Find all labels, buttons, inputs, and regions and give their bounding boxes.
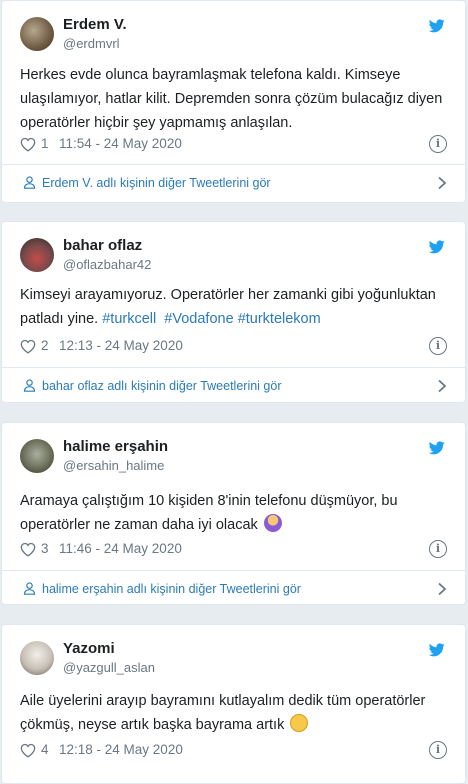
info-icon[interactable]: i [429, 741, 447, 759]
tweet-meta: 4 12:18 - 24 May 2020 i [20, 741, 447, 761]
tweet-text: Kimseyi arayamıyoruz. Operatörler her za… [20, 283, 449, 331]
avatar[interactable] [20, 641, 54, 675]
tweet-text-main: Aramaya çalıştığım 10 kişiden 8'inin tel… [20, 493, 398, 533]
twitter-bird-icon[interactable] [429, 19, 445, 33]
author-name[interactable]: bahar oflaz [63, 237, 142, 254]
more-tweets-link[interactable]: bahar oflaz adlı kişinin diğer Tweetleri… [20, 368, 447, 404]
tweet-header: halime erşahin @ersahin_halime [2, 423, 465, 473]
like-count: 3 [41, 541, 49, 556]
hashtag-link[interactable]: #turktelekom [238, 311, 321, 327]
tweet-header: bahar oflaz @oflazbahar42 [2, 222, 465, 272]
tweet-card: bahar oflaz @oflazbahar42 Kimseyi arayam… [1, 221, 466, 403]
hashtag-link[interactable]: #Vodafone [164, 311, 233, 327]
tweet-text: Herkes evde olunca bayramlaşmak telefona… [20, 67, 443, 131]
tweet-card: Yazomi @yazgull_aslan Aile üyelerini ara… [1, 624, 466, 784]
person-icon [23, 379, 36, 392]
tweet-card: halime erşahin @ersahin_halime Aramaya ç… [1, 422, 466, 605]
timestamp[interactable]: 11:54 - 24 May 2020 [59, 136, 182, 151]
person-icon [23, 176, 36, 189]
twitter-bird-icon[interactable] [429, 643, 445, 657]
more-tweets-label: bahar oflaz adlı kişinin diğer Tweetleri… [42, 379, 282, 393]
avatar[interactable] [20, 439, 54, 473]
more-tweets-link[interactable]: halime erşahin adlı kişinin diğer Tweetl… [20, 571, 447, 607]
tweet-card: Erdem V. @erdmvrl Herkes evde olunca bay… [1, 0, 466, 203]
author-handle[interactable]: @erdmvrl [63, 36, 120, 51]
tweet-meta: 1 11:54 - 24 May 2020 i [20, 135, 447, 155]
tweet-header: Yazomi @yazgull_aslan [2, 625, 465, 675]
twitter-bird-icon[interactable] [429, 240, 445, 254]
info-icon[interactable]: i [429, 337, 447, 355]
heart-icon[interactable] [20, 542, 36, 557]
more-tweets-label: Erdem V. adlı kişinin diğer Tweetlerini … [42, 176, 271, 190]
avatar[interactable] [20, 238, 54, 272]
like-count: 4 [41, 742, 49, 757]
woman-facepalming-icon [263, 514, 282, 532]
heart-icon[interactable] [20, 339, 36, 354]
author-handle[interactable]: @yazgull_aslan [63, 660, 155, 675]
author-name[interactable]: Erdem V. [63, 16, 127, 33]
timestamp[interactable]: 12:13 - 24 May 2020 [59, 338, 183, 353]
hashtag-link[interactable]: #turkcell [102, 311, 156, 327]
tweet-meta: 3 11:46 - 24 May 2020 i [20, 540, 447, 560]
author-handle[interactable]: @ersahin_halime [63, 458, 164, 473]
info-icon[interactable]: i [429, 540, 447, 558]
more-tweets-label: halime erşahin adlı kişinin diğer Tweetl… [42, 582, 301, 596]
tweet-text: Aramaya çalıştığım 10 kişiden 8'inin tel… [20, 489, 449, 537]
author-name[interactable]: Yazomi [63, 640, 115, 657]
heart-icon[interactable] [20, 137, 36, 152]
chevron-right-icon [438, 582, 447, 596]
info-icon[interactable]: i [429, 135, 447, 153]
tweet-meta: 2 12:13 - 24 May 2020 i [20, 337, 447, 357]
twitter-bird-icon[interactable] [429, 441, 445, 455]
timestamp[interactable]: 11:46 - 24 May 2020 [59, 541, 182, 556]
author-handle[interactable]: @oflazbahar42 [63, 257, 151, 272]
chevron-right-icon [438, 379, 447, 393]
tweet-text-main: Aile üyelerini arayıp bayramını kutlayal… [20, 693, 426, 733]
like-count: 2 [41, 338, 49, 353]
chevron-right-icon [438, 176, 447, 190]
timestamp[interactable]: 12:18 - 24 May 2020 [59, 742, 183, 757]
avatar[interactable] [20, 17, 54, 51]
grinning-face-icon [290, 714, 309, 732]
heart-icon[interactable] [20, 743, 36, 758]
more-tweets-link[interactable]: Erdem V. adlı kişinin diğer Tweetlerini … [20, 165, 447, 201]
author-name[interactable]: halime erşahin [63, 438, 168, 455]
tweet-feed: Erdem V. @erdmvrl Herkes evde olunca bay… [0, 0, 468, 784]
tweet-header: Erdem V. @erdmvrl [2, 1, 465, 51]
person-icon [23, 582, 36, 595]
tweet-text: Aile üyelerini arayıp bayramını kutlayal… [20, 689, 449, 737]
like-count: 1 [41, 136, 49, 151]
